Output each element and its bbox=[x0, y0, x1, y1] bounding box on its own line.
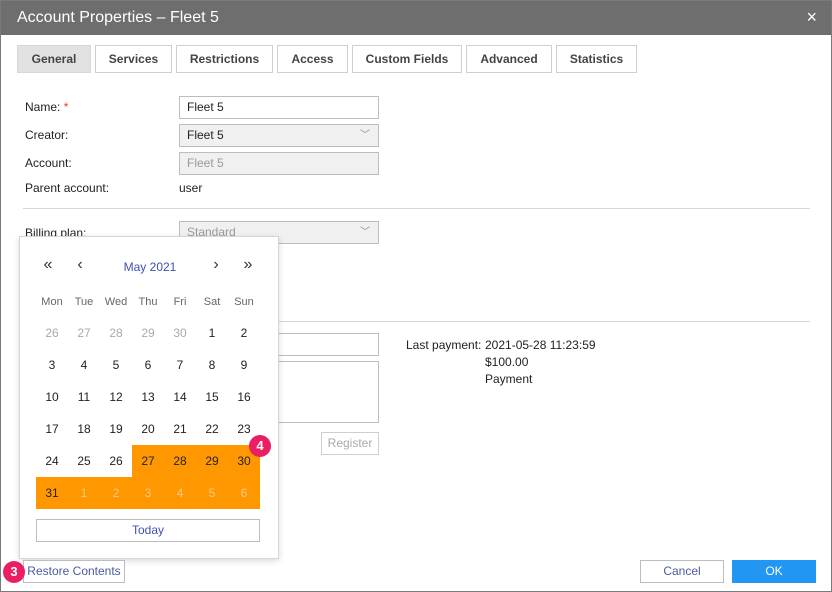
date-picker-popup: « ‹ May 2021 › » Mon Tue Wed Thu Fri Sat Sun 26… bbox=[19, 236, 279, 559]
last-payment-date: 2021-05-28 11:23:59 bbox=[485, 338, 596, 352]
register-button[interactable]: Register bbox=[321, 432, 379, 455]
weekday-header: Fri bbox=[173, 296, 187, 308]
calendar-day[interactable]: 4 bbox=[68, 349, 100, 381]
calendar-day[interactable]: 9 bbox=[228, 349, 260, 381]
calendar-day[interactable]: 2 bbox=[228, 317, 260, 349]
tab-advanced[interactable]: Advanced bbox=[466, 45, 552, 73]
calendar-day[interactable]: 5 bbox=[100, 349, 132, 381]
calendar-day[interactable]: 20 bbox=[132, 413, 164, 445]
calendar-day[interactable]: 24 bbox=[36, 445, 68, 477]
calendar-day[interactable]: 12 bbox=[100, 381, 132, 413]
weekday-header: Wed bbox=[104, 296, 128, 308]
weekday-header: Tue bbox=[74, 296, 94, 308]
close-icon[interactable]: × bbox=[806, 8, 817, 26]
calendar-day[interactable]: 17 bbox=[36, 413, 68, 445]
calendar-day[interactable]: 8 bbox=[196, 349, 228, 381]
chevron-down-icon: ﹀ bbox=[360, 130, 370, 141]
calendar-day[interactable]: 10 bbox=[36, 381, 68, 413]
calendar-day[interactable]: 3 bbox=[36, 349, 68, 381]
calendar-day[interactable]: 19 bbox=[100, 413, 132, 445]
cancel-button[interactable]: Cancel bbox=[640, 560, 724, 583]
calendar-day[interactable]: 26 bbox=[100, 445, 132, 477]
calendar-day[interactable]: 18 bbox=[68, 413, 100, 445]
tab-services[interactable]: Services bbox=[95, 45, 172, 73]
calendar-day[interactable]: 1 bbox=[68, 477, 100, 509]
account-properties-dialog: Account Properties – Fleet 5 × General S… bbox=[0, 0, 832, 592]
last-payment-type: Payment bbox=[485, 372, 533, 386]
calendar-day[interactable]: 11 bbox=[68, 381, 100, 413]
calendar-day[interactable]: 29 bbox=[132, 317, 164, 349]
weekday-header: Sat bbox=[203, 296, 221, 308]
calendar-day[interactable]: 15 bbox=[196, 381, 228, 413]
weekday-header: Mon bbox=[41, 296, 63, 308]
calendar-day[interactable]: 6 bbox=[228, 477, 260, 509]
step-marker-3: 3 bbox=[3, 561, 25, 583]
calendar-day[interactable]: 2 bbox=[100, 477, 132, 509]
name-label: Name: * bbox=[25, 100, 69, 114]
name-input[interactable]: Fleet 5 bbox=[179, 96, 379, 119]
calendar-day[interactable]: 3 bbox=[132, 477, 164, 509]
last-payment-label: Last payment: bbox=[406, 338, 482, 352]
next-year-icon[interactable]: » bbox=[238, 256, 258, 274]
divider bbox=[23, 208, 810, 209]
weekday-header: Thu bbox=[138, 296, 158, 308]
calendar-day[interactable]: 5 bbox=[196, 477, 228, 509]
title-bar: Account Properties – Fleet 5 × bbox=[1, 1, 831, 35]
calendar-day[interactable]: 26 bbox=[36, 317, 68, 349]
tab-statistics[interactable]: Statistics bbox=[556, 45, 637, 73]
account-input: Fleet 5 bbox=[179, 152, 379, 175]
calendar-day[interactable]: 25 bbox=[68, 445, 100, 477]
calendar-day[interactable]: 30 bbox=[164, 317, 196, 349]
next-month-icon[interactable]: › bbox=[206, 256, 226, 274]
last-payment-amount: $100.00 bbox=[485, 355, 529, 369]
calendar-day[interactable]: 7 bbox=[164, 349, 196, 381]
step-marker-4: 4 bbox=[249, 435, 271, 457]
required-mark: * bbox=[63, 100, 69, 114]
calendar-day[interactable]: 1 bbox=[196, 317, 228, 349]
today-button[interactable]: Today bbox=[36, 519, 260, 542]
creator-select[interactable]: Fleet 5 ﹀ bbox=[179, 124, 379, 147]
weekday-header: Sun bbox=[234, 296, 254, 308]
parent-account-value: user bbox=[179, 181, 203, 195]
calendar-day[interactable]: 14 bbox=[164, 381, 196, 413]
calendar-day[interactable]: 21 bbox=[164, 413, 196, 445]
calendar-day[interactable]: 27 bbox=[132, 445, 164, 477]
dialog-title: Account Properties – Fleet 5 bbox=[17, 9, 219, 26]
tab-custom-fields[interactable]: Custom Fields bbox=[352, 45, 462, 73]
calendar-day[interactable]: 28 bbox=[100, 317, 132, 349]
calendar-day[interactable]: 27 bbox=[68, 317, 100, 349]
tab-access[interactable]: Access bbox=[277, 45, 348, 73]
calendar-day[interactable]: 31 bbox=[36, 477, 68, 509]
creator-label: Creator: bbox=[25, 128, 69, 142]
chevron-down-icon: ﹀ bbox=[360, 227, 370, 238]
calendar-day[interactable]: 22 bbox=[196, 413, 228, 445]
calendar-day[interactable]: 29 bbox=[196, 445, 228, 477]
tab-restrictions[interactable]: Restrictions bbox=[176, 45, 273, 73]
restore-contents-button[interactable]: Restore Contents bbox=[23, 560, 125, 583]
tab-general[interactable]: General bbox=[17, 45, 91, 73]
parent-account-label: Parent account: bbox=[25, 181, 110, 195]
account-label: Account: bbox=[25, 156, 72, 170]
calendar-day[interactable]: 28 bbox=[164, 445, 196, 477]
creator-value: Fleet 5 bbox=[187, 128, 224, 142]
calendar-day[interactable]: 4 bbox=[164, 477, 196, 509]
calendar-day[interactable]: 6 bbox=[132, 349, 164, 381]
ok-button[interactable]: OK bbox=[732, 560, 816, 583]
calendar-day[interactable]: 16 bbox=[228, 381, 260, 413]
calendar-day[interactable]: 13 bbox=[132, 381, 164, 413]
